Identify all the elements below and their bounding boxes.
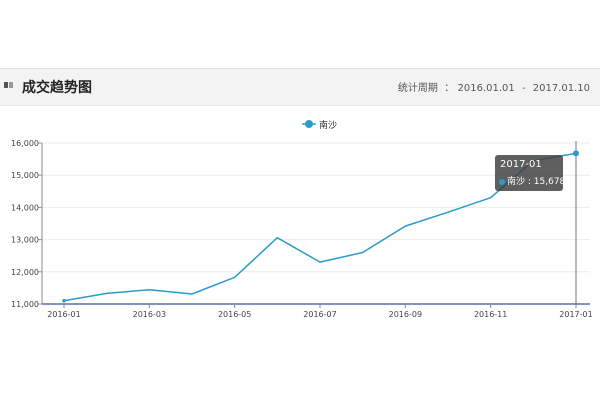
x-tick-label: 2016-11 — [474, 310, 507, 319]
x-tick-label: 2017-01 — [559, 310, 592, 319]
period-end: 2017.01.10 — [532, 83, 590, 94]
period-label: 统计周期 — [397, 83, 438, 94]
x-tick-label: 2016-09 — [389, 310, 422, 319]
x-tick-label: 2016-03 — [133, 310, 166, 319]
chart-legend[interactable]: 南沙 — [302, 119, 337, 131]
bars-icon — [4, 82, 14, 90]
y-tick-label: 14,000 — [11, 203, 39, 212]
line-chart: 南沙 11,000 12,000 13,000 14,000 15,000 16,000 2… — [11, 119, 593, 319]
chart-title: 成交趋势图 — [22, 80, 92, 96]
y-tick-label: 16,000 — [11, 139, 39, 148]
period-start: 2016.01.01 — [457, 83, 515, 94]
y-tick-label: 11,000 — [11, 300, 39, 309]
data-point-start — [62, 298, 66, 303]
y-tick-label: 13,000 — [11, 236, 39, 245]
tooltip-series-name: 南沙 — [507, 177, 526, 187]
chart-panel-header: 成交趋势图 统计周期 ： 2016.01.01 - 2017.01.10 — [0, 68, 600, 106]
tooltip-date: 2017-01 — [500, 159, 542, 170]
y-tick-label: 12,000 — [11, 268, 39, 277]
y-tick-label: 15,000 — [11, 171, 39, 180]
x-tick-label: 2016-05 — [218, 310, 251, 319]
data-tooltip: 2017-01 南沙 : 15,678 — [495, 155, 566, 191]
tooltip-value: 15,678 — [533, 177, 566, 187]
period-info: 统计周期 ： 2016.01.01 - 2017.01.10 — [397, 83, 590, 94]
data-point-highlight — [573, 150, 579, 157]
legend-marker — [305, 120, 313, 128]
x-tick-label: 2016-07 — [303, 310, 336, 319]
legend-label: 南沙 — [319, 119, 337, 131]
x-tick-label: 2016-01 — [47, 310, 80, 319]
tooltip-series-marker — [499, 178, 505, 185]
